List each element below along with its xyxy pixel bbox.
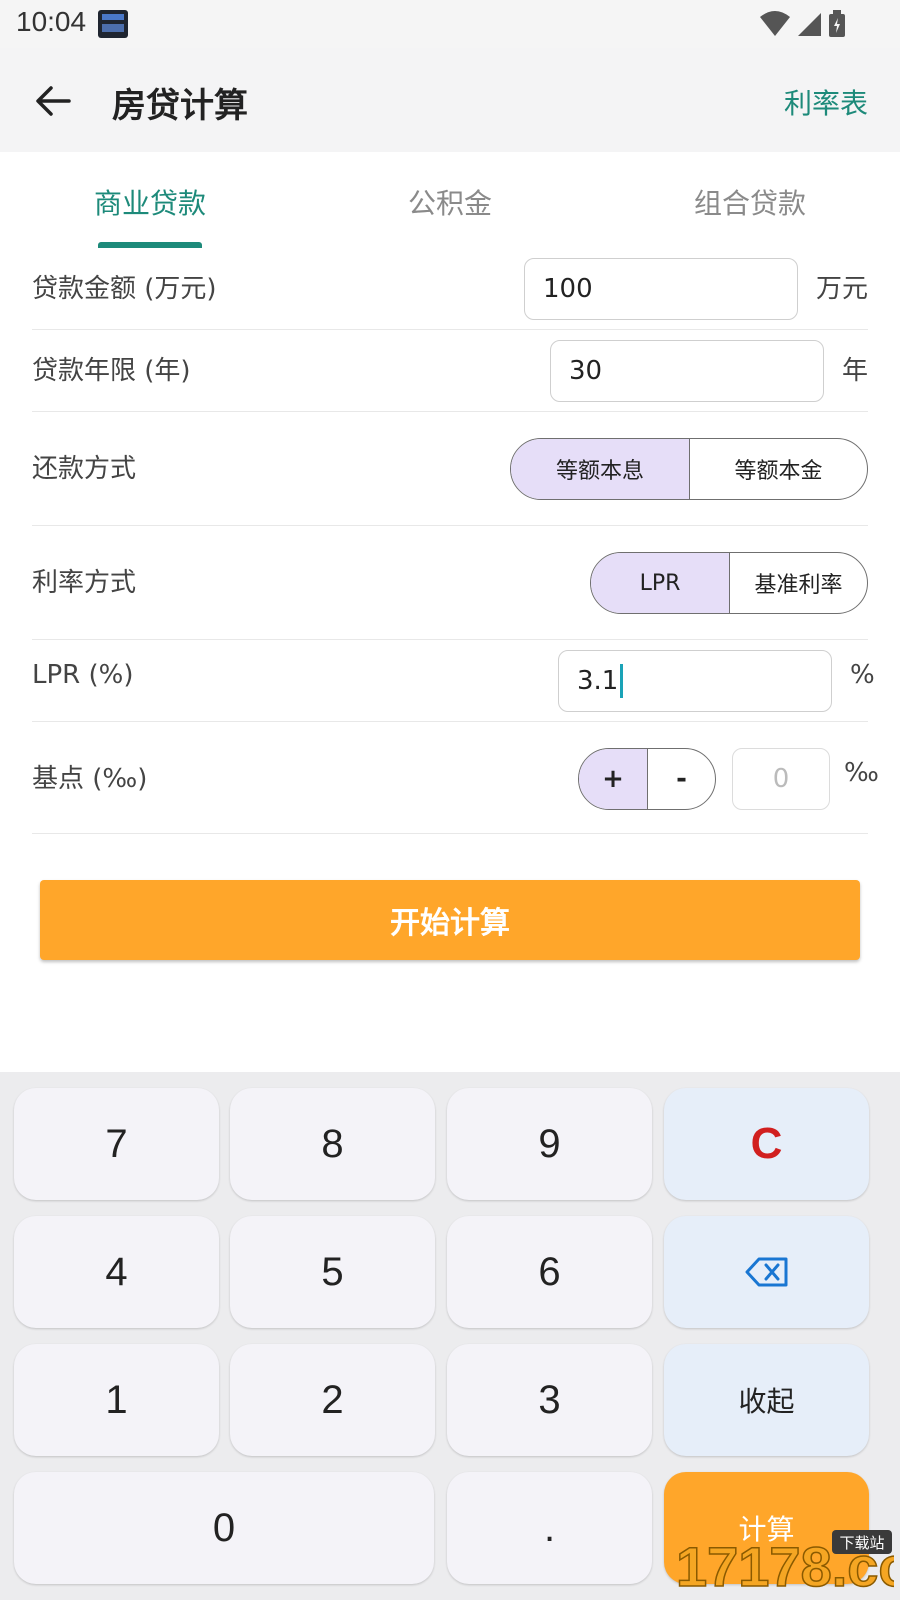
key-9[interactable]: 9 [447, 1088, 652, 1200]
text-cursor [620, 664, 624, 698]
status-bar: 10:04 [0, 0, 900, 48]
backspace-icon [745, 1257, 787, 1287]
key-1[interactable]: 1 [14, 1344, 219, 1456]
years-label: 贷款年限 (年) [32, 356, 191, 386]
numeric-keypad: 7 8 9 C 4 5 6 1 2 3 收起 0 . 计算 17178.com … [0, 1072, 900, 1600]
rate-mode-row: 利率方式 LPR 基准利率 [32, 526, 868, 640]
site-watermark: 17178.com 下载站 [675, 1530, 894, 1594]
key-0[interactable]: 0 [14, 1472, 434, 1584]
rate-mode-toggle: LPR 基准利率 [590, 552, 868, 614]
plus-option[interactable]: + [579, 749, 647, 809]
years-input[interactable]: 30 [550, 340, 824, 402]
lpr-label: LPR (%) [32, 660, 134, 690]
loan-type-tabs: 商业贷款 公积金 组合贷款 [0, 152, 900, 248]
key-dot[interactable]: . [447, 1472, 652, 1584]
app-bar: 房贷计算 利率表 [0, 48, 900, 152]
amount-label: 贷款金额 (万元) [32, 274, 217, 304]
wifi-icon [760, 11, 790, 36]
tab-provident-fund[interactable]: 公积金 [300, 182, 600, 222]
back-button[interactable] [28, 76, 78, 126]
rate-mode-label: 利率方式 [32, 568, 137, 598]
lpr-value: 3.1 [577, 666, 619, 696]
hide-keypad-key[interactable]: 收起 [664, 1344, 869, 1456]
repay-method-toggle: 等额本息 等额本金 [510, 438, 868, 500]
notification-icon [98, 10, 128, 38]
equal-principal-option[interactable]: 等额本金 [689, 439, 867, 499]
key-3[interactable]: 3 [447, 1344, 652, 1456]
key-2[interactable]: 2 [230, 1344, 435, 1456]
basis-sign-toggle: + - [578, 748, 716, 810]
rate-table-link[interactable]: 利率表 [784, 82, 868, 122]
lpr-input[interactable]: 3.1 [558, 650, 832, 712]
tab-combined-loan[interactable]: 组合贷款 [600, 182, 900, 222]
battery-icon [829, 10, 845, 37]
start-calculation-button[interactable]: 开始计算 [40, 880, 860, 960]
basis-row: 基点 (‰) + - 0 ‰ [32, 722, 879, 834]
basis-unit: ‰ [844, 758, 879, 788]
tab-commercial-loan[interactable]: 商业贷款 [0, 182, 300, 222]
lpr-option[interactable]: LPR [591, 553, 729, 613]
repay-method-label: 还款方式 [32, 454, 137, 484]
status-icons [760, 10, 846, 38]
key-7[interactable]: 7 [14, 1088, 219, 1200]
repay-method-row: 还款方式 等额本息 等额本金 [32, 412, 868, 526]
amount-row: 贷款金额 (万元) 100 万元 [32, 248, 868, 330]
lpr-unit: % [850, 660, 875, 690]
signal-icon [798, 13, 821, 36]
key-4[interactable]: 4 [14, 1216, 219, 1328]
amount-input[interactable]: 100 [524, 258, 798, 320]
page-title: 房贷计算 [112, 86, 248, 126]
watermark-badge: 下载站 [839, 1534, 884, 1552]
basis-input[interactable]: 0 [732, 748, 830, 810]
years-row: 贷款年限 (年) 30 年 [32, 330, 868, 412]
arrow-left-icon [36, 86, 71, 116]
backspace-key[interactable] [664, 1216, 869, 1328]
status-time: 10:04 [16, 6, 87, 37]
key-8[interactable]: 8 [230, 1088, 435, 1200]
equal-installment-option[interactable]: 等额本息 [511, 439, 689, 499]
clear-key[interactable]: C [664, 1088, 869, 1200]
basis-label: 基点 (‰) [32, 764, 148, 794]
key-5[interactable]: 5 [230, 1216, 435, 1328]
years-unit: 年 [842, 356, 869, 386]
lpr-row: LPR (%) 3.1 % [32, 640, 875, 722]
amount-unit: 万元 [816, 274, 869, 304]
minus-option[interactable]: - [647, 749, 715, 809]
benchmark-rate-option[interactable]: 基准利率 [729, 553, 867, 613]
key-6[interactable]: 6 [447, 1216, 652, 1328]
